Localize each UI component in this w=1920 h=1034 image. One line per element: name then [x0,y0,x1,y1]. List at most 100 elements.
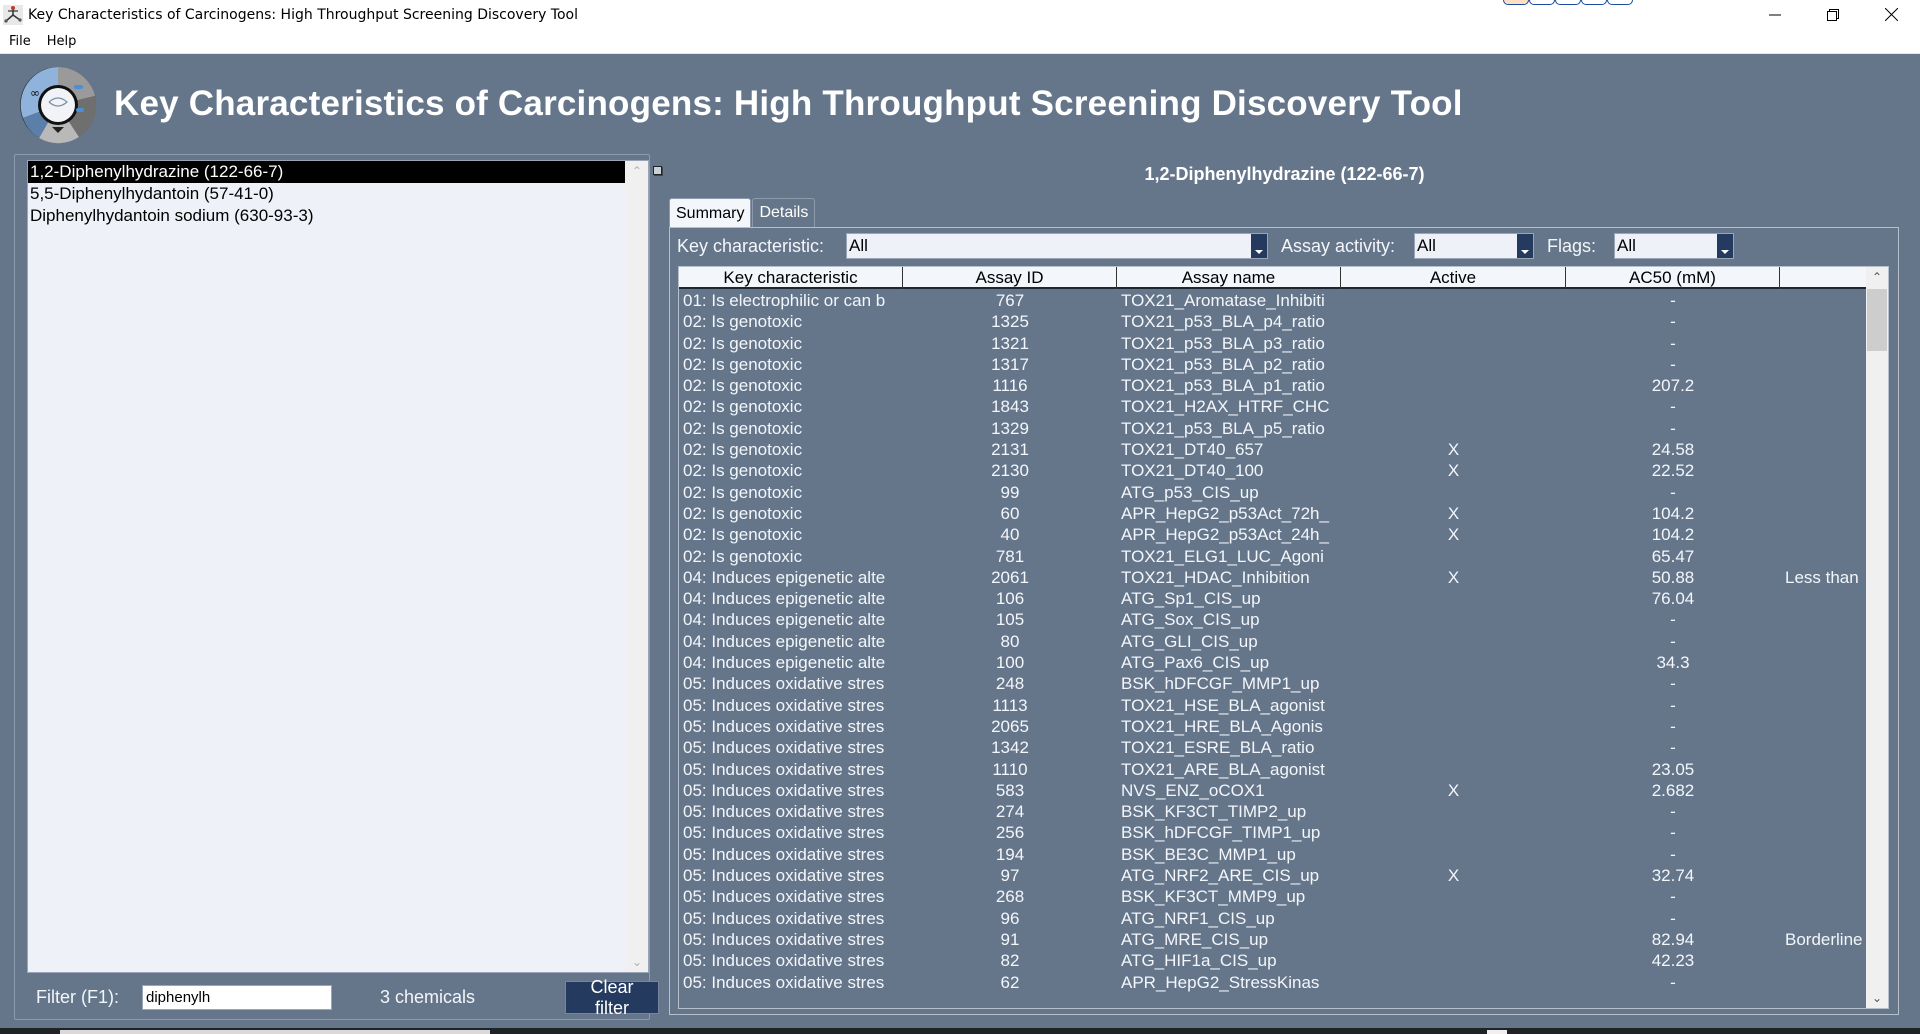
table-scrollbar[interactable]: ⌃ ⌄ [1866,267,1888,1008]
restore-button[interactable] [1804,0,1862,29]
split-pane-handle[interactable] [653,166,662,175]
key-characteristic-cell: 02: Is genotoxic [683,525,803,545]
table-row[interactable]: 02: Is genotoxic 60 APR_HepG2_p53Act_72h_ X… [679,503,1868,524]
chemical-list-item[interactable]: 5,5-Diphenylhydantoin (57-41-0) [28,183,625,205]
table-row[interactable]: 02: Is genotoxic 781 TOX21_ELG1_LUC_Agoni 6… [679,546,1868,567]
chemical-list[interactable]: 1,2-Diphenylhydrazine (122-66-7) 5,5-Dip… [27,160,649,973]
table-row[interactable]: 04: Induces epigenetic alte 2061 TOX21_HDA… [679,567,1868,588]
table-row[interactable]: 04: Induces epigenetic alte 100 ATG_Pax6_C… [679,652,1868,673]
filter-row: Filter (F1): 3 chemicals Clear filter [29,977,659,1018]
table-row[interactable]: 02: Is genotoxic 1317 TOX21_p53_BLA_p2_rat… [679,354,1868,375]
assay-id-cell: 1325 [991,312,1029,332]
table-row[interactable]: 05: Induces oxidative stres 268 BSK_KF3CT_… [679,886,1868,907]
ac50-cell: - [1670,333,1676,353]
dropdown-arrow-icon[interactable] [1517,234,1533,258]
ac50-cell: 32.74 [1651,866,1695,886]
close-button[interactable] [1862,0,1920,29]
table-row[interactable]: 05: Induces oxidative stres 62 APR_HepG2_S… [679,972,1868,993]
scrollbar-thumb[interactable] [1867,289,1887,351]
assay-id-cell: 40 [1000,525,1020,545]
active-cell [1341,354,1566,375]
column-header-active[interactable]: Active [1341,267,1566,289]
table-row[interactable]: 04: Induces epigenetic alte 106 ATG_Sp1_CI… [679,588,1868,609]
column-header-flags[interactable] [1780,267,1868,289]
table-row[interactable]: 02: Is genotoxic 1325 TOX21_p53_BLA_p4_rat… [679,311,1868,332]
scroll-up-icon[interactable]: ⌃ [626,161,648,181]
table-row[interactable]: 05: Induces oxidative stres 248 BSK_hDFCGF… [679,673,1868,694]
table-row[interactable]: 05: Induces oxidative stres 274 BSK_KF3CT_… [679,801,1868,822]
menu-help[interactable]: Help [39,34,85,49]
dropdown-arrow-icon[interactable] [1717,234,1733,258]
active-cell [1341,844,1566,865]
table-row[interactable]: 04: Induces epigenetic alte 105 ATG_Sox_CI… [679,609,1868,630]
assay-name-cell: ATG_NRF1_CIS_up [1121,908,1275,928]
key-characteristic-label: Key characteristic: [677,236,825,256]
assay-name-cell: ATG_Sox_CIS_up [1121,610,1260,630]
flag-cell [1780,908,1868,929]
table-row[interactable]: 05: Induces oxidative stres 194 BSK_BE3C_M… [679,844,1868,865]
chemical-list-item[interactable]: Diphenylhydantoin sodium (630-93-3) [28,205,625,227]
table-row[interactable]: 02: Is genotoxic 1843 TOX21_H2AX_HTRF_CHC - [679,396,1868,417]
ac50-cell: 42.23 [1651,951,1695,971]
filter-input[interactable] [142,985,332,1010]
table-row[interactable]: 04: Induces epigenetic alte 80 ATG_GLI_CIS… [679,631,1868,652]
table-row[interactable]: 05: Induces oxidative stres 583 NVS_ENZ_oC… [679,780,1868,801]
table-row[interactable]: 05: Induces oxidative stres 2065 TOX21_HRE… [679,716,1868,737]
active-cell [1341,418,1566,439]
assay-id-cell: 583 [995,780,1025,800]
table-row[interactable]: 01: Is electrophilic or can b 767 TOX21_Ar… [679,290,1868,311]
key-characteristic-cell: 05: Induces oxidative stres [683,823,885,843]
flag-cell [1780,822,1868,843]
assay-id-cell: 2131 [991,440,1029,460]
key-characteristic-cell: 05: Induces oxidative stres [683,908,885,928]
column-header-key-characteristic[interactable]: Key characteristic [679,267,903,289]
key-characteristic-select[interactable]: All [846,233,1268,259]
table-row[interactable]: 05: Induces oxidative stres 97 ATG_NRF2_AR… [679,865,1868,886]
table-row[interactable]: 02: Is genotoxic 1329 TOX21_p53_BLA_p5_rat… [679,418,1868,439]
column-header-ac50[interactable]: AC50 (mM) [1566,267,1780,289]
assay-activity-select[interactable]: All [1414,233,1534,259]
menu-bar: File Help [0,29,1920,54]
flags-select[interactable]: All [1614,233,1734,259]
assay-name-cell: TOX21_p53_BLA_p4_ratio [1121,312,1325,332]
dropdown-arrow-icon[interactable] [1251,234,1267,258]
scroll-up-icon[interactable]: ⌃ [1866,267,1888,287]
table-row[interactable]: 05: Induces oxidative stres 1110 TOX21_ARE… [679,759,1868,780]
column-header-assay-id[interactable]: Assay ID [903,267,1117,289]
clear-filter-button[interactable]: Clear filter [565,977,659,1018]
assay-id-cell: 1116 [992,376,1028,396]
key-characteristic-cell: 02: Is genotoxic [683,418,803,438]
active-cell [1341,972,1566,993]
key-characteristic-cell: 02: Is genotoxic [683,312,803,332]
table-row[interactable]: 05: Induces oxidative stres 91 ATG_MRE_CIS… [679,929,1868,950]
table-row[interactable]: 02: Is genotoxic 1116 TOX21_p53_BLA_p1_rat… [679,375,1868,396]
ac50-cell: - [1670,802,1676,822]
table-row[interactable]: 05: Induces oxidative stres 1113 TOX21_HSE… [679,695,1868,716]
assay-id-cell: 2065 [991,716,1029,736]
table-row[interactable]: 02: Is genotoxic 99 ATG_p53_CIS_up - [679,482,1868,503]
scroll-down-icon[interactable]: ⌄ [1866,988,1888,1008]
window-title-bar: Key Characteristics of Carcinogens: High… [0,0,1920,29]
assay-name-cell: APR_HepG2_p53Act_72h_ [1121,503,1329,523]
minimize-button[interactable] [1746,0,1804,29]
chemical-list-item[interactable]: 1,2-Diphenylhydrazine (122-66-7) [28,161,625,183]
chemical-list-scrollbar[interactable]: ⌃ ⌄ [626,161,648,972]
active-cell [1341,631,1566,652]
table-row[interactable]: 05: Induces oxidative stres 96 ATG_NRF1_CI… [679,908,1868,929]
app-heading: Key Characteristics of Carcinogens: High… [114,84,1463,123]
table-row[interactable]: 02: Is genotoxic 2130 TOX21_DT40_100 X 22.52 [679,460,1868,481]
table-row[interactable]: 02: Is genotoxic 40 APR_HepG2_p53Act_24h_ X… [679,524,1868,545]
tab-details[interactable]: Details [752,198,816,227]
table-row[interactable]: 05: Induces oxidative stres 256 BSK_hDFCGF… [679,822,1868,843]
active-cell: X [1447,461,1460,481]
table-row[interactable]: 05: Induces oxidative stres 82 ATG_HIF1a_C… [679,950,1868,971]
table-row[interactable]: 02: Is genotoxic 2131 TOX21_DT40_657 X 24.58 [679,439,1868,460]
key-characteristic-cell: 05: Induces oxidative stres [683,759,885,779]
menu-file[interactable]: File [0,34,39,49]
active-cell [1341,886,1566,907]
column-header-assay-name[interactable]: Assay name [1117,267,1341,289]
tab-summary[interactable]: Summary [669,198,752,228]
table-row[interactable]: 05: Induces oxidative stres 1342 TOX21_ESR… [679,737,1868,758]
scroll-down-icon[interactable]: ⌄ [626,952,648,972]
table-row[interactable]: 02: Is genotoxic 1321 TOX21_p53_BLA_p3_rat… [679,333,1868,354]
